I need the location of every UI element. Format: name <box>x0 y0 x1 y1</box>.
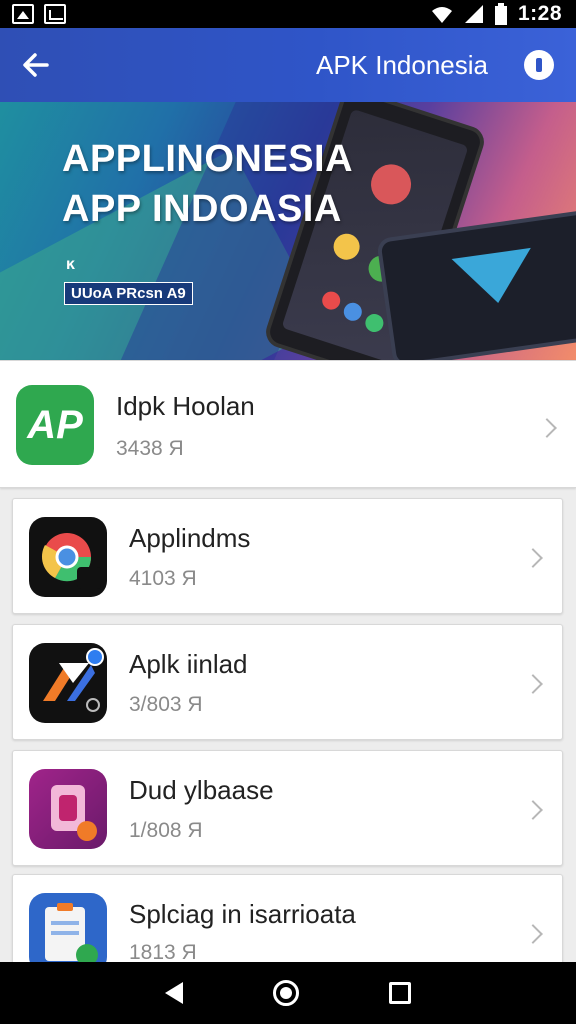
app-icon: AP <box>16 385 94 465</box>
chevron-right-icon <box>523 800 543 820</box>
info-button[interactable] <box>524 50 554 80</box>
clipboard-icon <box>45 903 98 966</box>
battery-icon <box>494 3 507 25</box>
status-bar: 1:28 <box>0 0 576 28</box>
list-item[interactable]: Splciag in isarrioata 1813 Я <box>12 874 563 974</box>
chart-notification-icon <box>44 4 66 24</box>
app-subtitle: 3/803 Я <box>129 693 203 716</box>
app-icon <box>29 769 107 849</box>
app-bubble <box>341 300 365 324</box>
nav-back-icon[interactable] <box>165 982 183 1004</box>
banner-small-icon: ĸ <box>66 256 75 273</box>
app-bubble <box>365 159 417 210</box>
chrome-like-icon <box>41 533 101 589</box>
app-icon <box>29 643 107 723</box>
shopping-bag-icon <box>51 785 97 841</box>
banner-title-line2: APP INDOASIA <box>62 188 342 230</box>
s-logo-icon <box>43 648 104 712</box>
app-bubble <box>363 311 386 335</box>
list-item[interactable]: Applindms 4103 Я <box>12 498 563 614</box>
tablet-graphic <box>451 247 538 309</box>
nav-home-icon[interactable] <box>273 980 299 1006</box>
system-nav-bar <box>0 962 576 1024</box>
app-subtitle: 4103 Я <box>129 567 197 590</box>
signal-icon <box>464 5 483 23</box>
wifi-icon <box>431 7 452 23</box>
nav-recents-icon[interactable] <box>389 982 411 1004</box>
app-icon <box>29 893 107 973</box>
banner-title-line1: APPLINONESIA <box>62 138 354 180</box>
app-subtitle: 3438 Я <box>116 437 184 460</box>
list-item[interactable]: Dud ylbaase 1/808 Я <box>12 750 563 866</box>
chevron-right-icon <box>523 924 543 944</box>
app-bubble <box>330 230 363 264</box>
app-bubble <box>319 289 343 312</box>
app-name: Aplk iinlad <box>129 649 248 679</box>
banner-tag: UUoA PRcsn A9 <box>64 282 193 305</box>
list-item[interactable]: Aplk iinlad 3/803 Я <box>12 624 563 740</box>
app-name: Idpk Hoolan <box>116 391 255 421</box>
gallery-notification-icon <box>12 4 34 24</box>
header-title: APK Indonesia <box>315 50 488 80</box>
chevron-right-icon <box>523 674 543 694</box>
status-right: 1:28 <box>430 2 562 26</box>
app-subtitle: 1/808 Я <box>129 819 203 842</box>
promo-banner[interactable]: APPLINONESIA APP INDOASIA ĸ UUoA PRcsn A… <box>0 102 576 360</box>
status-left <box>12 4 66 24</box>
status-time: 1:28 <box>517 2 562 25</box>
chevron-right-icon <box>523 548 543 568</box>
list-item[interactable]: AP Idpk Hoolan 3438 Я <box>0 360 576 488</box>
app-name: Applindms <box>129 523 251 553</box>
chevron-right-icon <box>537 418 557 438</box>
app-header: APK Indonesia <box>0 28 576 102</box>
app-icon-text: AP <box>27 402 83 447</box>
app-name: Splciag in isarrioata <box>129 899 356 929</box>
app-icon <box>29 517 107 597</box>
app-name: Dud ylbaase <box>129 775 274 805</box>
arrow-left-icon <box>23 53 49 77</box>
info-icon <box>536 58 542 72</box>
back-button[interactable] <box>12 41 60 89</box>
